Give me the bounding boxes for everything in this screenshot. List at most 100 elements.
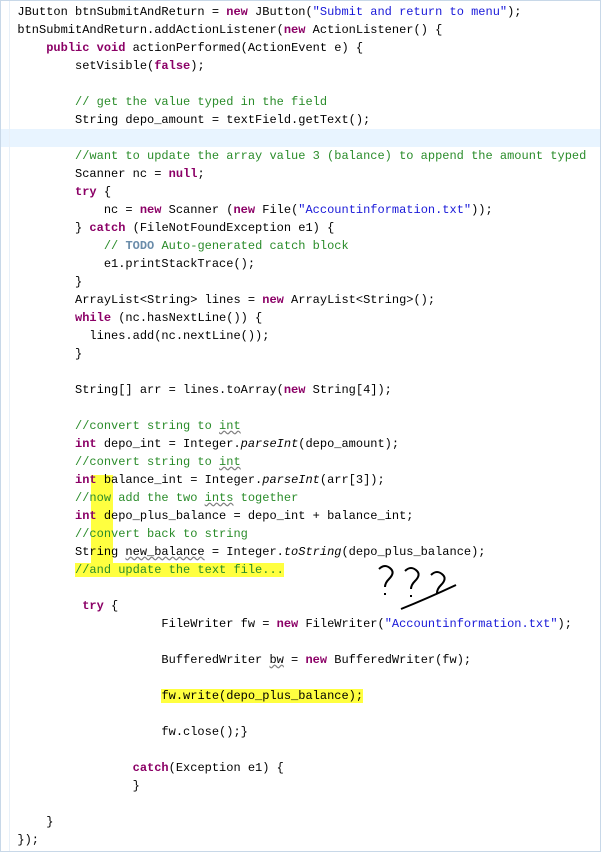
- code-token: // get the value typed in the field: [75, 95, 327, 109]
- code-token: [3, 437, 75, 451]
- code-token: false: [154, 59, 190, 73]
- code-token: (depo_plus_balance);: [341, 545, 485, 559]
- code-token: {: [97, 185, 111, 199]
- code-line: BufferedWriter bw = new BufferedWriter(f…: [1, 651, 600, 669]
- code-token: [3, 95, 75, 109]
- code-line: e1.printStackTrace();: [1, 255, 600, 273]
- code-token: [3, 527, 75, 541]
- code-token: ints: [205, 491, 234, 505]
- code-token: Auto-generated catch block: [154, 239, 348, 253]
- code-token: [3, 599, 82, 613]
- code-token: ArrayList<String> lines =: [3, 293, 262, 307]
- code-token: [3, 311, 75, 325]
- code-token: (FileNotFoundException e1) {: [125, 221, 334, 235]
- code-line: int depo_int = Integer.parseInt(depo_amo…: [1, 435, 600, 453]
- code-token: together: [233, 491, 298, 505]
- code-token: try: [75, 185, 97, 199]
- code-token: [3, 509, 75, 523]
- code-token: int: [75, 473, 97, 487]
- code-line: String[] arr = lines.toArray(new String[…: [1, 381, 600, 399]
- code-line: btnSubmitAndReturn.addActionListener(new…: [1, 21, 600, 39]
- code-line: [1, 705, 600, 723]
- code-line: public void actionPerformed(ActionEvent …: [1, 39, 600, 57]
- code-token: String[4]);: [305, 383, 391, 397]
- code-line: int balance_int = Integer.parseInt(arr[3…: [1, 471, 600, 489]
- code-token: new: [305, 653, 327, 667]
- code-token: parseInt: [262, 473, 320, 487]
- code-line: catch(Exception e1) {: [1, 759, 600, 777]
- code-line: //and update the text file...: [1, 561, 600, 579]
- code-line: [1, 633, 600, 651]
- code-token: [3, 491, 75, 505]
- code-token: catch: [89, 221, 125, 235]
- code-line: try {: [1, 183, 600, 201]
- code-token: new: [262, 293, 284, 307]
- code-line: //convert back to string: [1, 525, 600, 543]
- code-token: toString: [284, 545, 342, 559]
- code-token: bw: [269, 653, 283, 667]
- code-token: "Submit and return to menu": [313, 5, 507, 19]
- code-line: [1, 129, 600, 147]
- code-token: [3, 455, 75, 469]
- code-token: depo_int = Integer.: [97, 437, 241, 451]
- code-token: int: [219, 455, 241, 469]
- code-token: FileWriter(: [298, 617, 384, 631]
- code-token: [3, 239, 104, 253]
- code-token: actionPerformed(ActionEvent e) {: [125, 41, 363, 55]
- code-line: [1, 399, 600, 417]
- code-token: catch: [133, 761, 169, 775]
- code-token: ;: [197, 167, 204, 181]
- code-line: }: [1, 345, 600, 363]
- code-token: }: [3, 275, 82, 289]
- code-line: //convert string to int: [1, 417, 600, 435]
- code-token: "Accountinformation.txt": [385, 617, 558, 631]
- code-line: ArrayList<String> lines = new ArrayList<…: [1, 291, 600, 309]
- code-token: (nc.hasNextLine()) {: [111, 311, 262, 325]
- code-token: [3, 689, 161, 703]
- code-token: ActionListener() {: [305, 23, 442, 37]
- code-token: (Exception e1) {: [169, 761, 284, 775]
- code-token: [3, 185, 75, 199]
- code-line: nc = new Scanner (new File("Accountinfor…: [1, 201, 600, 219]
- code-token: }: [3, 815, 53, 829]
- code-token: setVisible(: [3, 59, 154, 73]
- code-token: new: [226, 5, 248, 19]
- code-token: Scanner (: [161, 203, 233, 217]
- code-token: int: [75, 437, 97, 451]
- code-token: null: [169, 167, 198, 181]
- code-line: String new_balance = Integer.toString(de…: [1, 543, 600, 561]
- code-token: );: [558, 617, 572, 631]
- code-token: =: [284, 653, 306, 667]
- code-line: fw.write(depo_plus_balance);: [1, 687, 600, 705]
- code-line: JButton btnSubmitAndReturn = new JButton…: [1, 3, 600, 21]
- code-token: );: [507, 5, 521, 19]
- code-token: [3, 563, 75, 577]
- code-token: //now add the two: [75, 491, 205, 505]
- code-token: = Integer.: [205, 545, 284, 559]
- code-token: String: [3, 545, 125, 559]
- code-token: public void: [46, 41, 125, 55]
- code-token: new: [233, 203, 255, 217]
- code-container: JButton btnSubmitAndReturn = new JButton…: [1, 3, 600, 849]
- code-token: lines.add(nc.nextLine());: [3, 329, 269, 343]
- code-token: //: [104, 239, 126, 253]
- code-editor[interactable]: JButton btnSubmitAndReturn = new JButton…: [0, 0, 601, 852]
- code-token: [3, 5, 17, 19]
- code-line: }: [1, 777, 600, 795]
- code-token: ArrayList<String>();: [284, 293, 435, 307]
- code-token: fw.close();}: [3, 725, 248, 739]
- code-token: String depo_amount = textField.getText()…: [3, 113, 370, 127]
- code-line: while (nc.hasNextLine()) {: [1, 309, 600, 327]
- code-token: [3, 419, 75, 433]
- code-token: (arr[3]);: [320, 473, 385, 487]
- code-line: String depo_amount = textField.getText()…: [1, 111, 600, 129]
- code-token: }: [3, 221, 89, 235]
- code-line: //convert string to int: [1, 453, 600, 471]
- code-token: new: [284, 23, 306, 37]
- code-token: new: [277, 617, 299, 631]
- code-token: TODO: [125, 239, 154, 253]
- code-token: int: [75, 509, 97, 523]
- code-line: fw.close();}: [1, 723, 600, 741]
- code-token: //convert string to: [75, 419, 219, 433]
- code-line: lines.add(nc.nextLine());: [1, 327, 600, 345]
